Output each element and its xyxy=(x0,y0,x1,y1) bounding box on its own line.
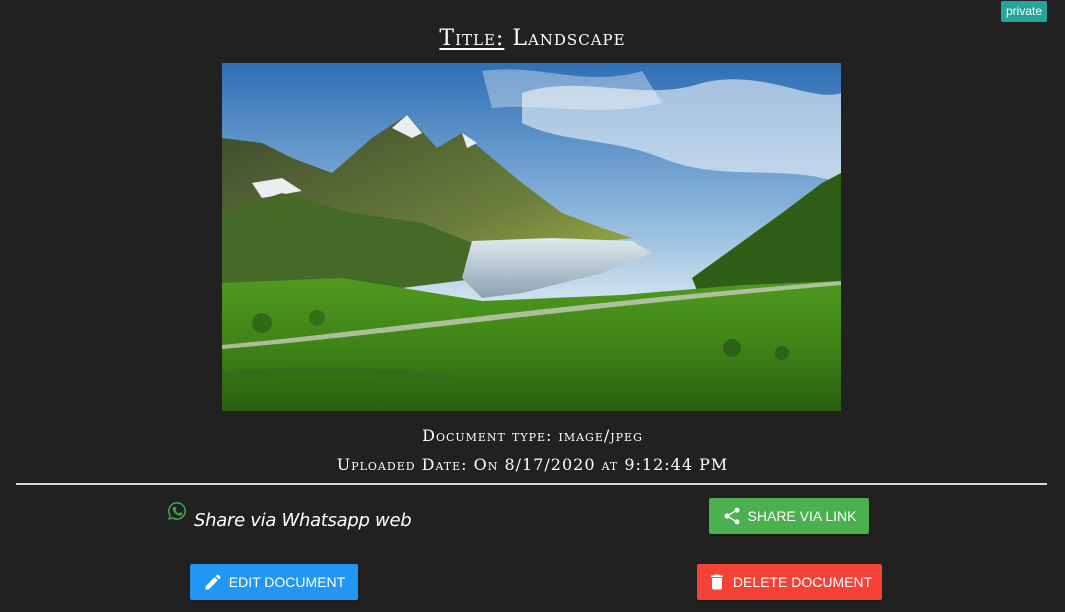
share-via-link-label: SHARE VIA LINK xyxy=(747,508,857,524)
whatsapp-icon xyxy=(168,502,186,520)
edit-document-button[interactable]: EDIT DOCUMENT xyxy=(190,564,358,600)
delete-document-button[interactable]: DELETE DOCUMENT xyxy=(697,564,882,600)
share-icon xyxy=(724,507,740,525)
trash-icon xyxy=(711,574,723,590)
uploaded-date: Uploaded Date: On 8/17/2020 at 9:12:44 P… xyxy=(336,455,729,474)
delete-document-label: DELETE DOCUMENT xyxy=(732,574,873,590)
share-whatsapp-link[interactable]: Share via Whatsapp web xyxy=(166,499,412,532)
edit-document-label: EDIT DOCUMENT xyxy=(228,574,346,590)
document-view-page: private Title: Landscape Document type: … xyxy=(0,0,1065,612)
privacy-badge: private xyxy=(1001,1,1047,22)
divider xyxy=(16,483,1047,485)
document-type: Document type: image/jpeg xyxy=(422,426,643,445)
title-label: Title: xyxy=(439,26,505,51)
document-title: Title: Landscape xyxy=(0,24,1065,54)
share-via-link-button[interactable]: SHARE VIA LINK xyxy=(709,498,869,534)
pencil-icon xyxy=(205,574,221,590)
title-value: Landscape xyxy=(512,26,626,51)
whatsapp-share-label: Share via Whatsapp web xyxy=(194,510,412,531)
document-image xyxy=(222,63,841,411)
